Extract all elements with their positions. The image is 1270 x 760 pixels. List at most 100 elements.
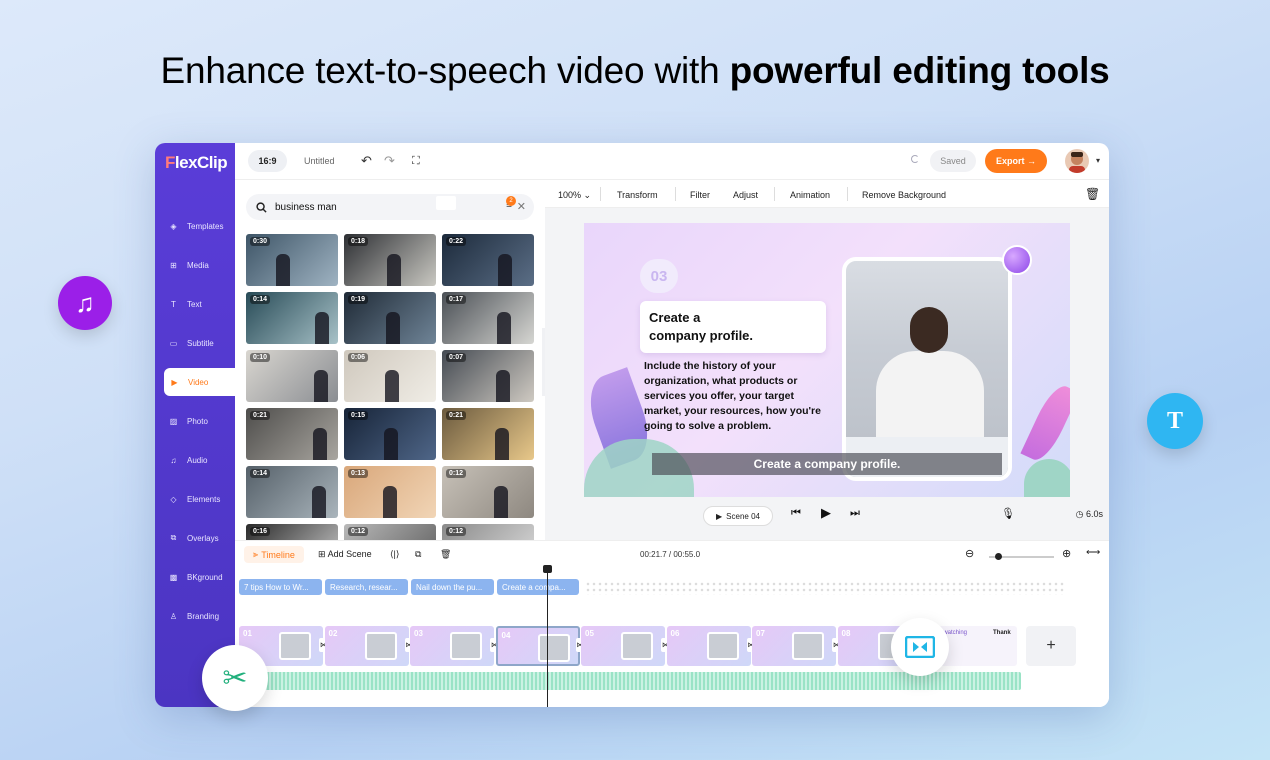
title-card[interactable]: Create a company profile. [640,301,826,353]
thumbnail-figure [313,428,327,460]
preview-stage: 03 Create a company profile. Include the … [545,208,1109,540]
trash-icon[interactable]: 🗑 [1085,187,1100,201]
video-thumbnail[interactable]: 0:12 [442,466,534,518]
caption-chip[interactable]: Create a compa... [497,579,579,595]
export-button[interactable]: Export → [985,149,1047,173]
scene-thumbnail[interactable]: 02 [324,626,409,666]
zoom-select[interactable]: 100% ⌄ [558,190,591,201]
video-thumbnail[interactable]: 0:15 [344,408,436,460]
video-thumbnail[interactable]: 0:19 [344,292,436,344]
fit-width-icon[interactable]: ⟷ [1086,547,1100,558]
sidebar-item-branding[interactable]: ♙ Branding [155,602,235,630]
undo-icon[interactable]: ↶ [361,153,372,169]
video-thumbnail[interactable]: 0:07 [442,350,534,402]
play-icon[interactable]: ▶ [821,505,831,521]
timeline-toolbar: ⫸ Timeline ⊞ Add Scene ⟨|⟩ ⧉ 🗑 00:21.7 / … [235,541,1109,567]
scene-thumbnail[interactable]: 03 [410,626,494,666]
thumbnail-figure [312,486,326,518]
body-text[interactable]: Include the history of your organization… [644,359,829,434]
sidebar-item-subtitle[interactable]: ▭ Subtitle [155,329,235,357]
sidebar-item-bkground[interactable]: ▩ BKground [155,563,235,591]
text-feature-badge: T [1147,393,1203,449]
logo: FlexClip [165,153,228,172]
delete-icon[interactable]: 🗑 [440,549,451,560]
zoom-out-icon[interactable]: ⊖ [965,547,974,560]
redo-icon[interactable]: ↷ [384,153,395,169]
tab-timeline[interactable]: ⫸ Timeline [244,546,304,563]
sidebar-item-templates[interactable]: ◈ Templates [155,212,235,240]
sidebar-item-label: BKground [187,572,223,582]
video-thumbnail[interactable]: 0:21 [246,408,338,460]
search-input[interactable]: business man ≡ 2 ✕ [246,194,534,220]
project-title[interactable]: Untitled [304,156,335,166]
next-icon[interactable]: ⏭ [850,507,860,520]
video-duration: 0:12 [348,527,369,536]
add-scene-button[interactable]: ⊞ Add Scene [318,549,372,560]
caption-chip[interactable]: Research, resear... [325,579,408,595]
video-thumbnail[interactable]: 0:21 [442,408,534,460]
video-duration: 0:06 [348,353,369,362]
subtitle-caption[interactable]: Create a company profile. [652,453,1002,475]
headline-normal: Enhance text-to-speech video with [160,50,730,91]
video-thumbnail[interactable]: 0:18 [344,234,436,286]
video-thumbnail[interactable]: 0:14 [246,466,338,518]
chevron-down-icon[interactable]: ▾ [1096,156,1100,165]
scene-duration[interactable]: ◷ 6.0s [1076,509,1103,520]
duplicate-icon[interactable]: ⧉ [415,549,421,560]
sidebar-item-text[interactable]: T Text [155,290,235,318]
caption-chip[interactable]: 7 tips How to Wr... [239,579,322,595]
previous-icon[interactable]: ⏮ [791,507,801,520]
video-canvas[interactable]: 03 Create a company profile. Include the … [584,223,1070,497]
split-icon[interactable]: ⟨|⟩ [390,549,399,560]
sidebar-item-photo[interactable]: ▨ Photo [155,407,235,435]
timeline: ⫸ Timeline ⊞ Add Scene ⟨|⟩ ⧉ 🗑 00:21.7 / … [235,540,1109,707]
video-thumbnail[interactable]: 0:30 [246,234,338,286]
elements-icon: ◇ [170,494,177,504]
editor-window: FlexClip ◈ Templates ⊞ Media T Text ▭ Subtitle ▶… [155,143,1109,707]
caption-chip[interactable]: Nail down the pu... [411,579,494,595]
sidebar-item-elements[interactable]: ◇ Elements [155,485,235,513]
playhead[interactable] [543,565,552,707]
play-scene-button[interactable]: ▶ Scene 04 [703,506,773,526]
sidebar: FlexClip ◈ Templates ⊞ Media T Text ▭ Subtitle ▶… [155,143,235,707]
preview-toolbar: 100% ⌄ Transform Filter Adjust Animation… [545,180,1109,208]
add-scene-plus-button[interactable]: + [1026,626,1076,666]
scene-thumbnail[interactable]: 06 [666,626,751,666]
zoom-in-icon[interactable]: ⊕ [1062,547,1071,560]
video-duration: 0:10 [250,353,271,362]
avatar[interactable] [1065,149,1089,173]
filter-button[interactable]: Filter [690,190,710,200]
close-icon[interactable]: ✕ [517,200,526,213]
scene-thumbnail[interactable]: 05 [581,626,665,666]
remove-background-button[interactable]: Remove Background [862,190,946,200]
video-thumbnail[interactable]: 0:06 [344,350,436,402]
video-thumbnail[interactable]: 0:17 [442,292,534,344]
headline: Enhance text-to-speech video with powerf… [0,50,1270,92]
video-thumbnail[interactable]: 0:14 [246,292,338,344]
media-panel: business man ≡ 2 ✕ 0:300:180:220:140:190… [235,180,545,544]
video-thumbnail[interactable]: 0:22 [442,234,534,286]
fullscreen-icon[interactable]: ⛶ [412,153,420,169]
sidebar-item-video[interactable]: ▶ Video [164,368,235,396]
sidebar-item-media[interactable]: ⊞ Media [155,251,235,279]
scene-number: 01 [243,629,252,638]
video-thumbnail[interactable]: 0:10 [246,350,338,402]
adjust-button[interactable]: Adjust [733,190,758,200]
audio-waveform-track[interactable] [239,672,1021,690]
sidebar-item-overlays[interactable]: ⧉ Overlays [155,524,235,552]
caption-track-grid [585,581,1065,595]
scene-thumbnail[interactable]: 04 [495,626,580,666]
video-thumbnail[interactable]: 0:13 [344,466,436,518]
transform-button[interactable]: Transform [617,190,658,200]
person-photo[interactable] [842,257,1012,481]
zoom-slider-handle[interactable] [995,553,1002,560]
animation-button[interactable]: Animation [790,190,830,200]
sidebar-item-audio[interactable]: ♫ Audio [155,446,235,474]
microphone-icon[interactable]: 🎙 [1001,507,1015,520]
aspect-ratio-button[interactable]: 16:9 [248,150,287,172]
overlays-icon: ⧉ [170,533,177,542]
sidebar-item-label: Subtitle [187,338,214,348]
video-duration: 0:30 [250,237,271,246]
scene-thumbnail[interactable]: 07 [752,626,836,666]
scene-number: 04 [501,631,511,640]
